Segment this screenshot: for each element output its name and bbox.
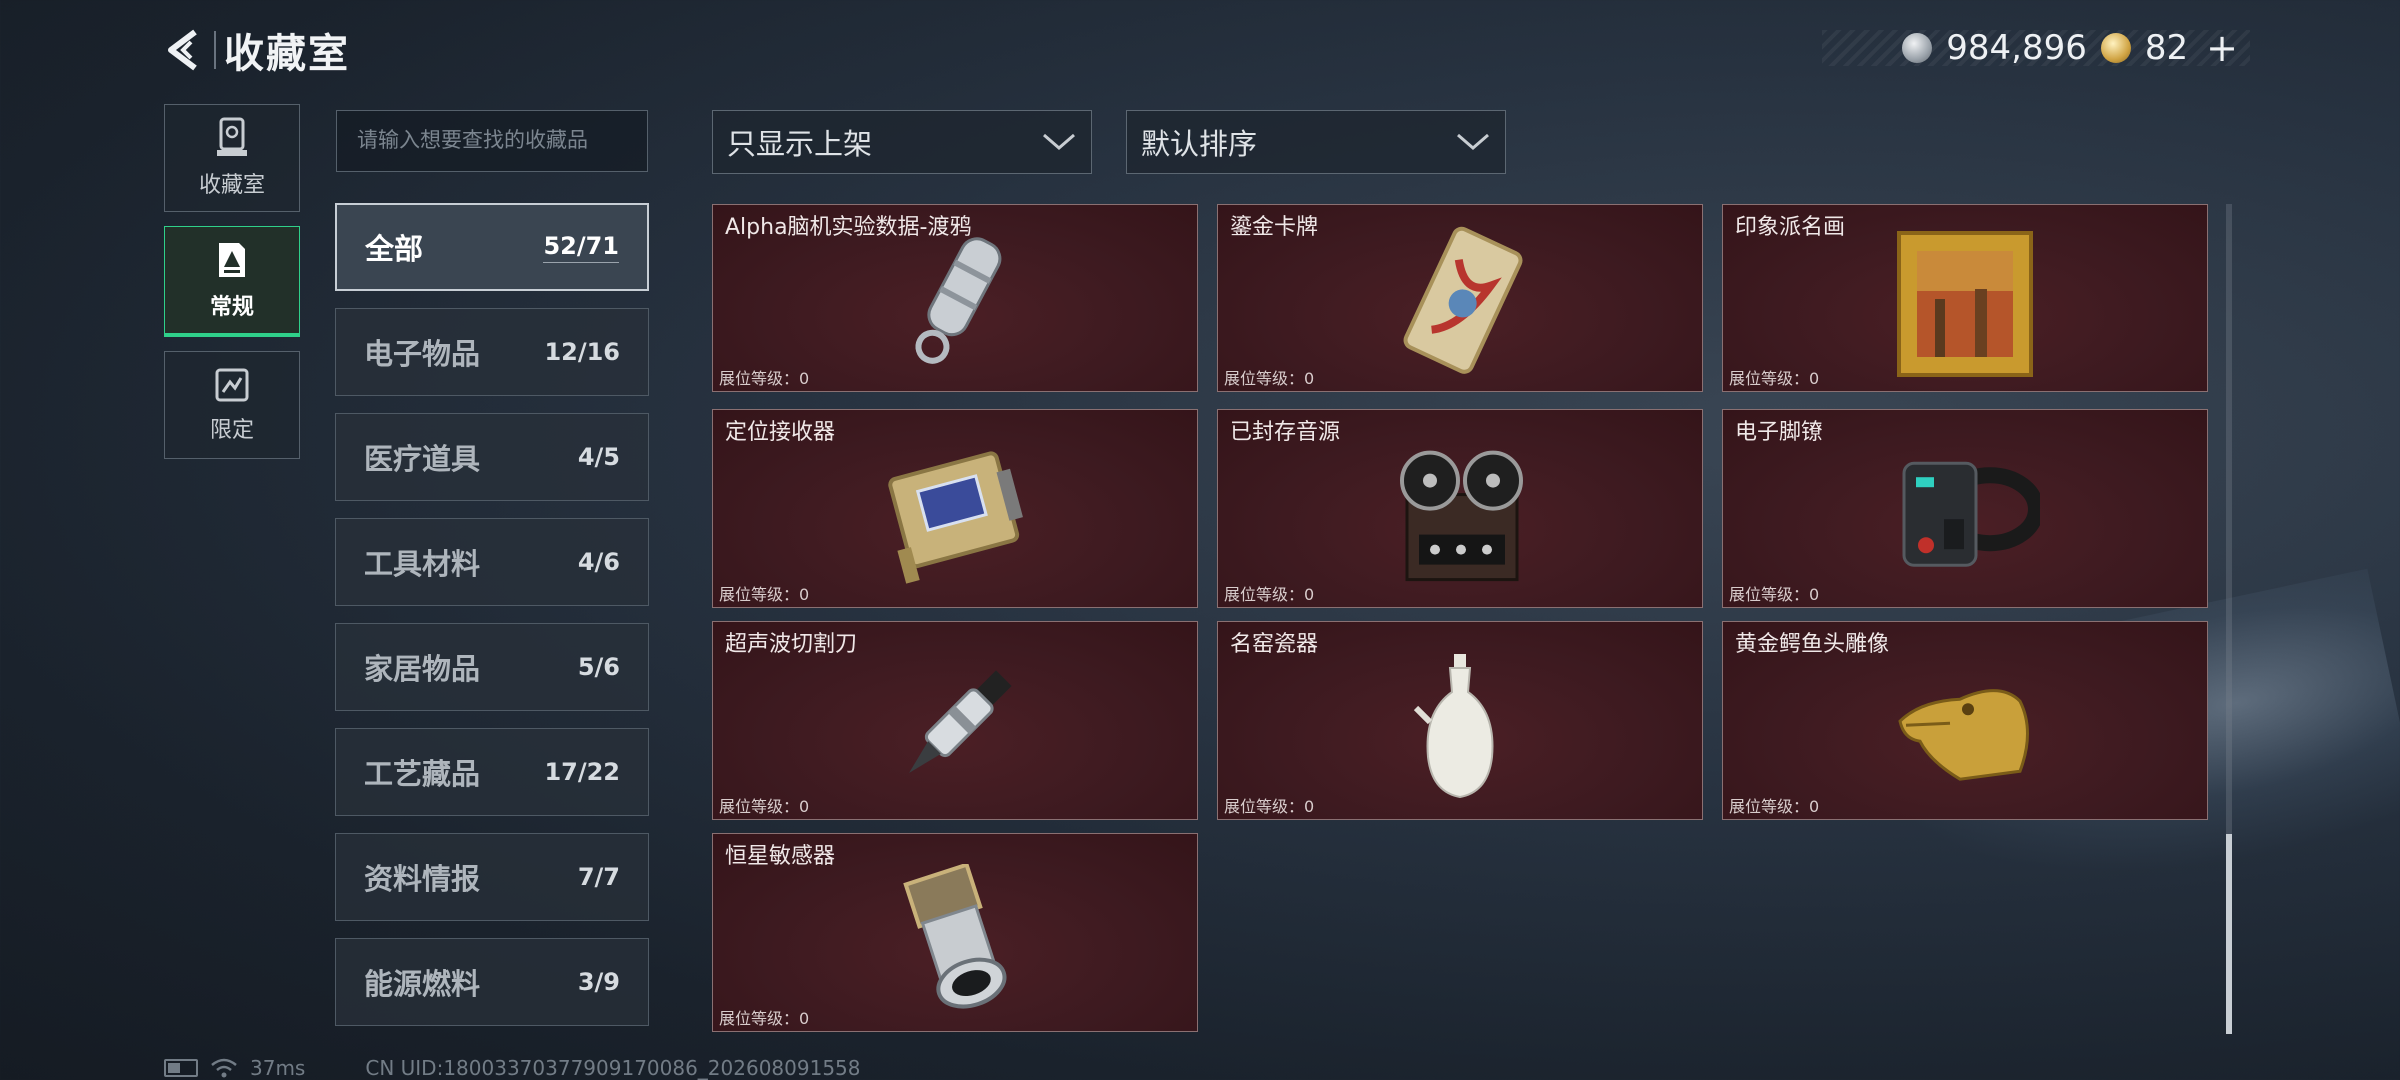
category-count: 7/7: [577, 863, 620, 891]
silver-amount: 984,896: [1946, 28, 2087, 68]
gps-receiver-icon: [888, 450, 1023, 584]
status-bar: 37ms CN UID:18003370377909170086_2026080…: [164, 1056, 861, 1080]
item-title: 黄金鳄鱼头雕像: [1735, 632, 1890, 657]
collection-card[interactable]: 印象派名画 展位等级：0: [1722, 204, 2208, 392]
collection-card[interactable]: 定位接收器 展位等级：0: [712, 409, 1198, 608]
category-name: 工艺藏品: [364, 757, 481, 791]
rail-item-label: 常规: [209, 295, 254, 320]
item-title: 鎏金卡牌: [1230, 215, 1319, 240]
item-title: 电子脚镣: [1735, 420, 1824, 445]
category-list: 全部 52/71 电子物品 12/16 医疗道具 4/5 工具材料 4/6 家居…: [335, 203, 651, 1043]
booth-level: 展位等级：0: [719, 797, 810, 816]
category-electronics[interactable]: 电子物品 12/16: [335, 308, 649, 396]
porcelain-vase-icon: [1413, 653, 1494, 798]
category-name: 资料情报: [364, 862, 481, 896]
back-arrow-icon: [168, 29, 197, 71]
category-name: 全部: [365, 232, 424, 266]
booth-level: 展位等级：0: [1729, 797, 1820, 816]
dropdown-value: 只显示上架: [727, 127, 873, 161]
grid-scrollbar[interactable]: [2226, 204, 2232, 1034]
battery-icon: [164, 1059, 198, 1077]
ultrasonic-cutter-icon: [909, 669, 1012, 773]
category-name: 能源燃料: [364, 967, 481, 1001]
category-crafts[interactable]: 工艺藏品 17/22: [335, 728, 649, 816]
title-separator: [214, 31, 216, 69]
chevron-down-icon: [1043, 133, 1075, 150]
collection-card[interactable]: 鎏金卡牌 展位等级：0: [1217, 204, 1703, 392]
rail-item-collection-room[interactable]: 收藏室: [164, 104, 300, 212]
chevron-down-icon: [1457, 133, 1489, 150]
collection-card[interactable]: 超声波切割刀 展位等级：0: [712, 621, 1198, 820]
item-title: 印象派名画: [1735, 215, 1846, 240]
item-title: 超声波切割刀: [725, 632, 858, 657]
wifi-icon: [211, 1058, 237, 1078]
collection-card[interactable]: 已封存音源 展位等级：0: [1217, 409, 1703, 608]
category-medical[interactable]: 医疗道具 4/5: [335, 413, 649, 501]
user-uid: CN UID:18003370377909170086_202608091558: [365, 1056, 861, 1080]
category-name: 工具材料: [364, 547, 481, 581]
gold-coin-icon: [2100, 33, 2131, 63]
category-count: 12/16: [544, 338, 620, 366]
limited-card-icon: [215, 368, 249, 402]
category-tools[interactable]: 工具材料 4/6: [335, 518, 649, 606]
item-title: 名窑瓷器: [1230, 632, 1319, 657]
booth-level: 展位等级：0: [1224, 369, 1315, 388]
category-intel[interactable]: 资料情报 7/7: [335, 833, 649, 921]
rail-item-label: 限定: [209, 418, 254, 443]
silver-coin-icon: [1902, 33, 1933, 63]
booth-level: 展位等级：0: [1729, 585, 1820, 604]
back-button[interactable]: [160, 23, 210, 77]
data-capsule-icon: [915, 237, 1002, 364]
category-household[interactable]: 家居物品 5/6: [335, 623, 649, 711]
gold-crocodile-head-icon: [1898, 688, 2029, 781]
booth-level: 展位等级：0: [1224, 585, 1315, 604]
gilded-card-icon: [1403, 226, 1523, 374]
collection-card[interactable]: 电子脚镣 展位等级：0: [1722, 409, 2208, 608]
collection-card[interactable]: 名窑瓷器 展位等级：0: [1217, 621, 1703, 820]
category-count: 4/6: [577, 548, 620, 576]
collection-card[interactable]: 恒星敏感器 展位等级：0: [712, 833, 1198, 1032]
category-count: 17/22: [544, 758, 620, 786]
booth-level: 展位等级：0: [719, 585, 810, 604]
ping-value: 37ms: [250, 1056, 306, 1080]
booth-level: 展位等级：0: [1729, 369, 1820, 388]
category-energy[interactable]: 能源燃料 3/9: [335, 938, 649, 1026]
booth-level: 展位等级：0: [719, 369, 810, 388]
search-input[interactable]: [336, 110, 648, 172]
page-title: 收藏室: [224, 31, 350, 77]
display-filter-dropdown[interactable]: 只显示上架: [712, 110, 1092, 174]
collection-card-icon: [219, 243, 245, 277]
category-count: 3/9: [577, 968, 620, 996]
currency-bar: 984,896 82 +: [1822, 28, 2250, 68]
item-title: 已封存音源: [1230, 420, 1341, 445]
display-case-icon: [217, 117, 247, 156]
star-sensor-icon: [903, 863, 1007, 1008]
left-rail: 收藏室 常规 限定: [164, 104, 300, 473]
framed-painting-icon: [1897, 231, 2033, 377]
dropdown-value: 默认排序: [1141, 127, 1258, 161]
ankle-monitor-icon: [1902, 461, 2040, 567]
sort-dropdown[interactable]: 默认排序: [1126, 110, 1506, 174]
page-header: 收藏室: [160, 20, 350, 80]
category-count: 5/6: [577, 653, 620, 681]
collection-card[interactable]: 黄金鳄鱼头雕像 展位等级：0: [1722, 621, 2208, 820]
add-currency-button[interactable]: +: [2206, 29, 2238, 67]
category-all[interactable]: 全部 52/71: [335, 203, 649, 291]
category-name: 家居物品: [364, 652, 481, 686]
gold-amount: 82: [2144, 28, 2189, 68]
item-title: 定位接收器: [725, 420, 836, 445]
rail-item-label: 收藏室: [198, 173, 265, 198]
category-name: 电子物品: [364, 337, 481, 371]
category-count: 4/5: [577, 443, 620, 471]
rail-item-limited[interactable]: 限定: [164, 351, 300, 459]
rail-item-regular[interactable]: 常规: [164, 226, 300, 337]
collection-card[interactable]: Alpha脑机实验数据-渡鸦 展位等级：0: [712, 204, 1198, 392]
item-title: 恒星敏感器: [725, 844, 836, 869]
reel-to-reel-tape-icon: [1400, 450, 1523, 581]
booth-level: 展位等级：0: [1224, 797, 1315, 816]
category-name: 医疗道具: [364, 442, 481, 476]
category-count: 52/71: [543, 232, 619, 263]
booth-level: 展位等级：0: [719, 1009, 810, 1028]
scrollbar-thumb[interactable]: [2226, 834, 2232, 1034]
